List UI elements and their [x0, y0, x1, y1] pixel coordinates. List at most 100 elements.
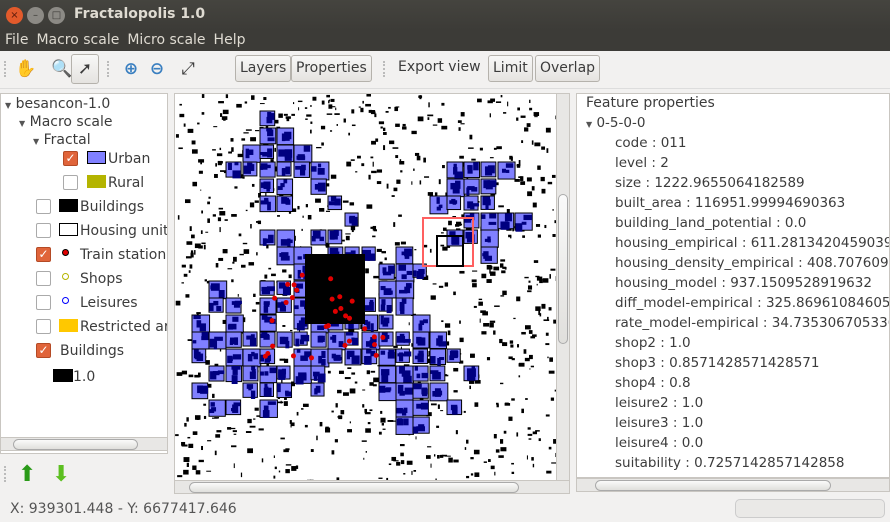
building — [372, 161, 374, 167]
building — [254, 407, 259, 411]
properties-button[interactable]: Properties — [291, 55, 372, 82]
expand-arrow-icon[interactable]: ▼ — [586, 120, 592, 129]
export-view-button[interactable]: Export view — [398, 55, 481, 82]
layers-hscrollbar[interactable] — [0, 437, 168, 451]
building — [233, 463, 235, 469]
minimize-button[interactable]: – — [27, 7, 44, 24]
building — [437, 118, 443, 123]
building — [528, 330, 533, 334]
urban-core — [380, 350, 386, 355]
urban-core — [232, 170, 241, 179]
properties-hscrollbar[interactable] — [576, 478, 890, 492]
urban-core — [449, 350, 459, 358]
building — [526, 177, 532, 182]
feature-id[interactable]: 0-5-0-0 — [596, 115, 645, 131]
expand-arrow-icon[interactable]: ▼ — [5, 101, 11, 110]
zoom-in-icon[interactable]: ⊕ — [119, 57, 143, 81]
layer-item[interactable]: Shops — [1, 269, 167, 289]
maximize-button[interactable]: □ — [48, 7, 65, 24]
building — [271, 273, 276, 277]
layer-item[interactable]: ✓ Buildings — [1, 341, 167, 361]
building — [516, 296, 521, 302]
building — [233, 256, 237, 262]
map-canvas[interactable] — [174, 93, 557, 481]
urban-core — [328, 201, 335, 206]
overlap-button[interactable]: Overlap — [535, 55, 601, 82]
layer-checkbox[interactable]: ✓ — [36, 247, 51, 262]
layer-item[interactable]: Rural — [1, 173, 167, 193]
layer-checkbox[interactable] — [36, 319, 51, 334]
move-up-icon[interactable]: ⬆ — [18, 462, 36, 487]
urban-core — [317, 325, 325, 331]
limit-button[interactable]: Limit — [488, 55, 533, 82]
menu-macro-scale[interactable]: Macro scale — [31, 30, 122, 51]
tree-fractal[interactable]: Fractal — [44, 132, 91, 148]
hand-icon[interactable]: ✋ — [14, 57, 38, 81]
tree-macro-scale[interactable]: Macro scale — [30, 114, 113, 130]
menu-file[interactable]: File — [0, 30, 31, 51]
layer-checkbox[interactable] — [63, 175, 78, 190]
layer-item[interactable]: Restricted areas — [1, 317, 167, 337]
urban-core — [405, 283, 412, 289]
map-hscrollbar[interactable] — [174, 480, 570, 494]
map-vscrollbar[interactable] — [556, 93, 570, 481]
building — [459, 155, 464, 159]
urban-core — [263, 302, 270, 307]
building — [283, 449, 289, 453]
building — [205, 231, 209, 233]
close-button[interactable]: × — [6, 7, 23, 24]
layer-item[interactable]: Buildings — [1, 197, 167, 217]
layer-checkbox[interactable] — [36, 271, 51, 286]
pointer-icon[interactable]: ➚ — [71, 54, 99, 84]
layer-checkbox[interactable]: ✓ — [36, 343, 51, 358]
building — [453, 367, 459, 372]
layers-button[interactable]: Layers — [235, 55, 292, 82]
building — [217, 217, 222, 222]
layer-checkbox[interactable] — [36, 199, 51, 214]
building — [305, 118, 308, 120]
layer-item[interactable]: ✓ Urban — [1, 149, 167, 169]
map-svg[interactable] — [175, 94, 557, 481]
building — [419, 180, 422, 185]
building — [489, 320, 496, 323]
layer-item[interactable]: Housing units — [1, 221, 167, 241]
panel-grip[interactable] — [4, 466, 7, 482]
urban-core — [417, 353, 424, 363]
building — [378, 431, 382, 435]
building — [418, 95, 423, 98]
menu-micro-scale[interactable]: Micro scale — [122, 30, 208, 51]
urban-core — [414, 366, 418, 371]
expand-arrow-icon[interactable]: ▼ — [33, 137, 39, 146]
urban-core — [266, 286, 275, 292]
building — [181, 441, 186, 446]
layer-label: Urban — [108, 151, 151, 167]
layer-checkbox[interactable]: ✓ — [63, 151, 78, 166]
layer-item[interactable]: ✓ Train stations — [1, 245, 167, 265]
toolbar-grip[interactable] — [4, 61, 7, 77]
building — [185, 256, 192, 259]
legend-swatch — [53, 369, 73, 382]
building — [494, 471, 496, 476]
full-extent-icon[interactable]: ⤢ — [176, 57, 200, 81]
urban-core — [331, 248, 336, 255]
urban-core — [487, 180, 497, 188]
toolbar-grip[interactable] — [383, 61, 386, 77]
menu-help[interactable]: Help — [209, 30, 249, 51]
expand-arrow-icon[interactable]: ▼ — [19, 119, 25, 128]
property-row: suitability : 0.7257142857142858 — [615, 455, 845, 471]
building — [370, 156, 374, 159]
zoom-out-icon[interactable]: ⊖ — [145, 57, 169, 81]
building — [532, 463, 535, 468]
toolbar-grip[interactable] — [107, 61, 110, 77]
layer-checkbox[interactable] — [36, 223, 51, 238]
urban-cell[interactable] — [327, 331, 347, 351]
layer-checkbox[interactable] — [36, 295, 51, 310]
urban-core — [369, 301, 374, 311]
layer-item[interactable]: Leisures — [1, 293, 167, 313]
layer-swatch — [59, 223, 78, 236]
building — [175, 134, 179, 138]
building — [176, 372, 183, 376]
tree-root[interactable]: besancon-1.0 — [16, 96, 111, 112]
building — [378, 477, 383, 479]
move-down-icon[interactable]: ⬇ — [52, 462, 70, 487]
